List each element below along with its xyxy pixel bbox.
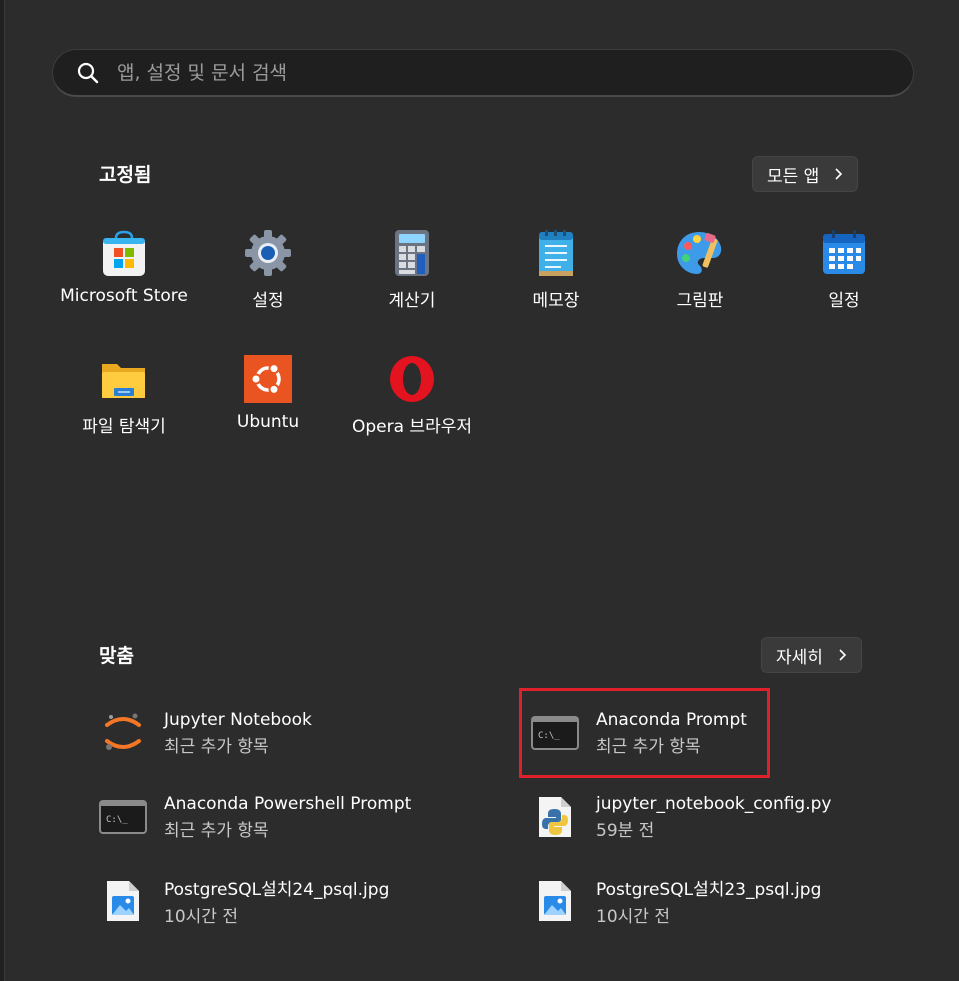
recommended-item-subtitle: 59분 전 [596,820,655,841]
recommended-item-subtitle: 최근 추가 항목 [164,820,269,841]
all-apps-button[interactable]: 모든 앱 [752,156,859,192]
recommended-item-jupyter-notebook-config[interactable]: jupyter_notebook_config.py 59분 전 [531,785,831,849]
pinned-app-paint[interactable]: 그림판 [628,228,772,338]
recommended-item-postgresql-23[interactable]: PostgreSQL설치23_psql.jpg 10시간 전 [531,869,821,933]
recommended-item-name: Anaconda Powershell Prompt [164,793,412,814]
start-menu: 고정됨 모든 앱 Microsoft Store [4,0,959,981]
pinned-app-settings[interactable]: 설정 [196,228,340,338]
pinned-app-opera[interactable]: Opera 브라우저 [340,354,484,464]
settings-gear-icon [243,228,293,278]
jupyter-icon [99,709,147,757]
chevron-right-icon [833,167,843,181]
microsoft-store-icon [99,228,149,278]
pinned-app-label: 계산기 [388,291,436,311]
python-file-icon [531,793,579,841]
pinned-app-notepad[interactable]: 메모장 [484,228,628,338]
recommended-item-name: PostgreSQL설치24_psql.jpg [164,880,390,900]
file-explorer-folder-icon [99,354,149,404]
pinned-app-file-explorer[interactable]: 파일 탐색기 [52,354,196,464]
all-apps-label: 모든 앱 [767,166,820,187]
recommended-title: 맞춤 [99,645,134,667]
pinned-app-label: Microsoft Store [60,286,188,306]
pinned-title: 고정됨 [99,164,152,186]
pinned-app-microsoft-store[interactable]: Microsoft Store [52,228,196,338]
pinned-app-label: 파일 탐색기 [82,417,166,437]
recommended-item-anaconda-powershell-prompt[interactable]: C:\_ Anaconda Powershell Prompt 최근 추가 항목 [99,785,411,849]
image-file-icon [531,877,579,925]
recommended-item-subtitle: 10시간 전 [164,907,238,927]
more-label: 자세히 [776,647,823,668]
pinned-app-calendar[interactable]: 일정 [772,228,916,338]
image-file-icon [99,877,147,925]
pinned-app-ubuntu[interactable]: Ubuntu [196,354,340,464]
opera-icon [387,354,437,404]
search-box[interactable] [52,49,914,97]
terminal-glyph: C:\_ [106,815,128,825]
pinned-app-label: 메모장 [532,291,580,311]
recommended-item-name: Jupyter Notebook [164,709,312,730]
pinned-app-label: Opera 브라우저 [351,417,472,437]
recommended-item-subtitle: 10시간 전 [596,907,670,927]
search-icon [77,62,99,84]
pinned-app-label: Ubuntu [236,412,300,432]
highlight-annotation-box [519,688,770,778]
pinned-app-calculator[interactable]: 계산기 [340,228,484,338]
more-button[interactable]: 자세히 [761,637,862,673]
search-input[interactable] [117,61,913,84]
pinned-app-label: 그림판 [676,291,724,311]
calendar-icon [819,228,869,278]
paint-palette-icon [675,228,725,278]
notepad-icon [531,228,581,278]
pinned-app-label: 일정 [828,291,860,311]
recommended-item-name: PostgreSQL설치23_psql.jpg [596,880,822,900]
ubuntu-icon [243,354,293,404]
recommended-item-subtitle: 최근 추가 항목 [164,736,269,757]
pinned-app-label: 설정 [252,291,284,311]
calculator-icon [387,228,437,278]
recommended-item-jupyter-notebook[interactable]: Jupyter Notebook 최근 추가 항목 [99,701,312,765]
recommended-item-postgresql-24[interactable]: PostgreSQL설치24_psql.jpg 10시간 전 [99,869,389,933]
chevron-right-icon [837,648,847,662]
recommended-item-name: jupyter_notebook_config.py [596,793,832,814]
terminal-icon: C:\_ [99,793,147,841]
